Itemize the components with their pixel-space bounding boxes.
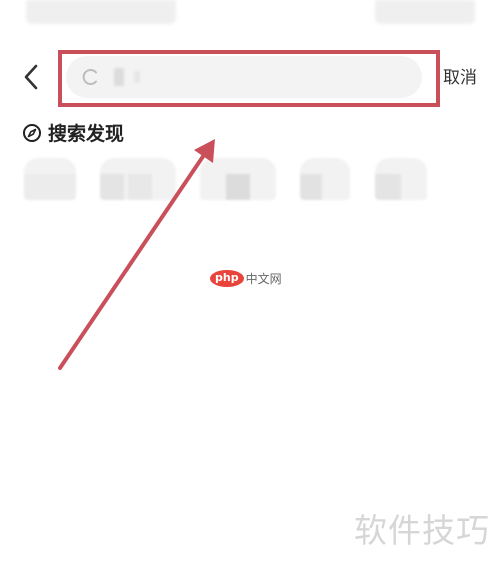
blurred-text [134,71,140,83]
search-placeholder [114,68,140,86]
discover-tag[interactable] [200,158,276,200]
blurred-block [26,0,176,24]
search-input[interactable] [66,56,422,98]
blurred-top-bar [0,0,500,26]
back-button[interactable] [16,60,46,94]
compass-icon [22,123,42,143]
discover-tag[interactable] [300,158,350,200]
cancel-button[interactable]: 取消 [443,66,477,90]
watermark-site-text: 中文网 [245,272,282,286]
chevron-left-icon [24,64,38,90]
watermark-caption: 软件技巧 [354,511,490,550]
discover-tag[interactable] [100,158,176,200]
discover-tag[interactable] [24,158,76,200]
discover-tag[interactable] [375,158,427,200]
blurred-block [375,0,475,24]
watermark-logo: php 中文网 [210,270,282,287]
discover-tags [0,158,500,202]
search-page: 取消 搜索发现 php 中文网 软件技巧 [0,0,500,561]
blurred-text [114,68,124,86]
search-icon [82,68,100,86]
discover-heading: 搜索发现 [22,119,124,146]
watermark-logo-badge: php [210,270,244,287]
discover-title: 搜索发现 [48,123,125,145]
